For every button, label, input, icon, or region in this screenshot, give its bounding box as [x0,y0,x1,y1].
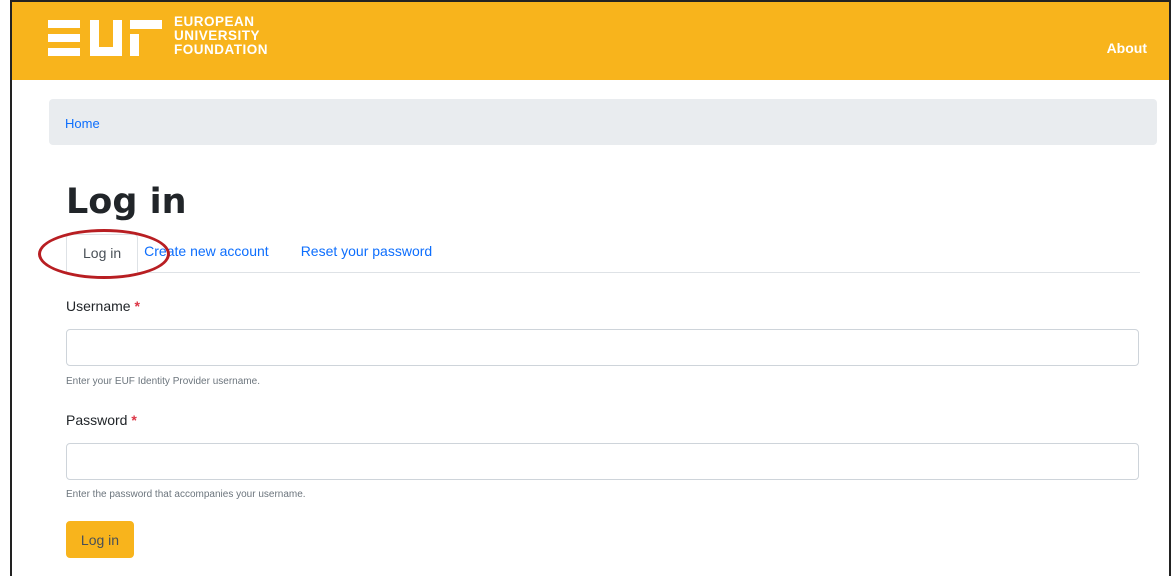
username-label: Username * [66,298,140,314]
password-help-text: Enter the password that accompanies your… [66,489,306,500]
page-title: Log in [66,182,187,222]
required-marker: * [131,412,137,428]
site-header: EUROPEAN UNIVERSITY FOUNDATION About [12,2,1169,80]
log-in-button[interactable]: Log in [66,521,134,558]
username-input[interactable] [66,329,1139,366]
username-label-text: Username [66,298,131,314]
breadcrumb: Home [49,99,1157,145]
required-marker: * [134,298,140,314]
tab-create-new-account[interactable]: Create new account [138,233,285,272]
tab-log-in[interactable]: Log in [66,234,139,273]
tab-bar: Log in Create new account Reset your pas… [66,234,1140,273]
logo-line-2: UNIVERSITY [174,28,261,43]
about-link[interactable]: About [1107,40,1147,56]
logo-line-1: EUROPEAN [174,14,255,29]
logo-line-3: FOUNDATION [174,42,268,57]
logo-wordmark: EUROPEAN UNIVERSITY FOUNDATION [174,15,268,57]
euf-logo-mark [48,20,162,56]
breadcrumb-home-link[interactable]: Home [65,116,100,131]
euf-logo[interactable]: EUROPEAN UNIVERSITY FOUNDATION [48,12,268,60]
username-help-text: Enter your EUF Identity Provider usernam… [66,376,260,387]
password-input[interactable] [66,443,1139,480]
password-label: Password * [66,412,137,428]
tab-reset-password[interactable]: Reset your password [285,233,449,272]
password-label-text: Password [66,412,128,428]
